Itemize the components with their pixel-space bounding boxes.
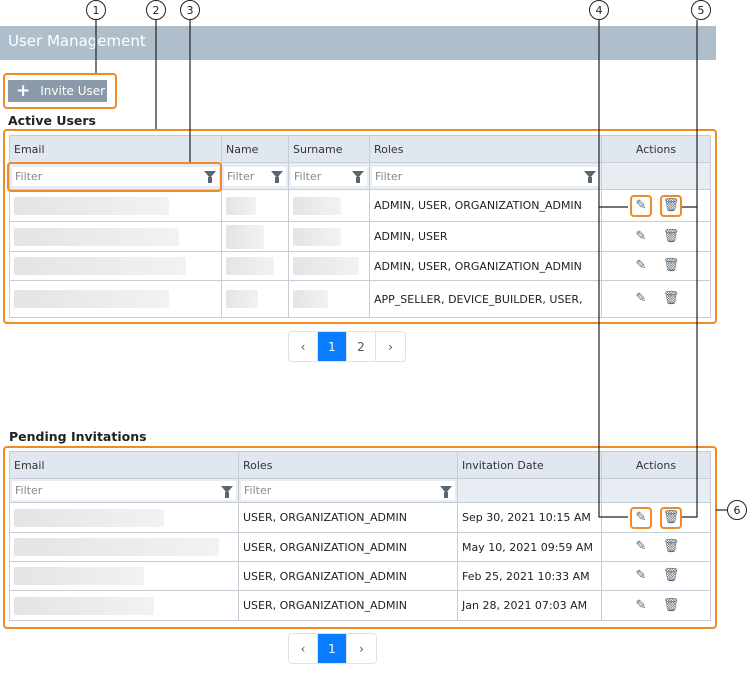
callout-6: 6 [727,500,747,520]
callout-3: 3 [180,0,200,20]
callout-5: 5 [691,0,711,20]
callout-4: 4 [589,0,609,20]
callout-lines [95,20,727,518]
callout-2: 2 [146,0,166,20]
callout-1: 1 [86,0,106,20]
